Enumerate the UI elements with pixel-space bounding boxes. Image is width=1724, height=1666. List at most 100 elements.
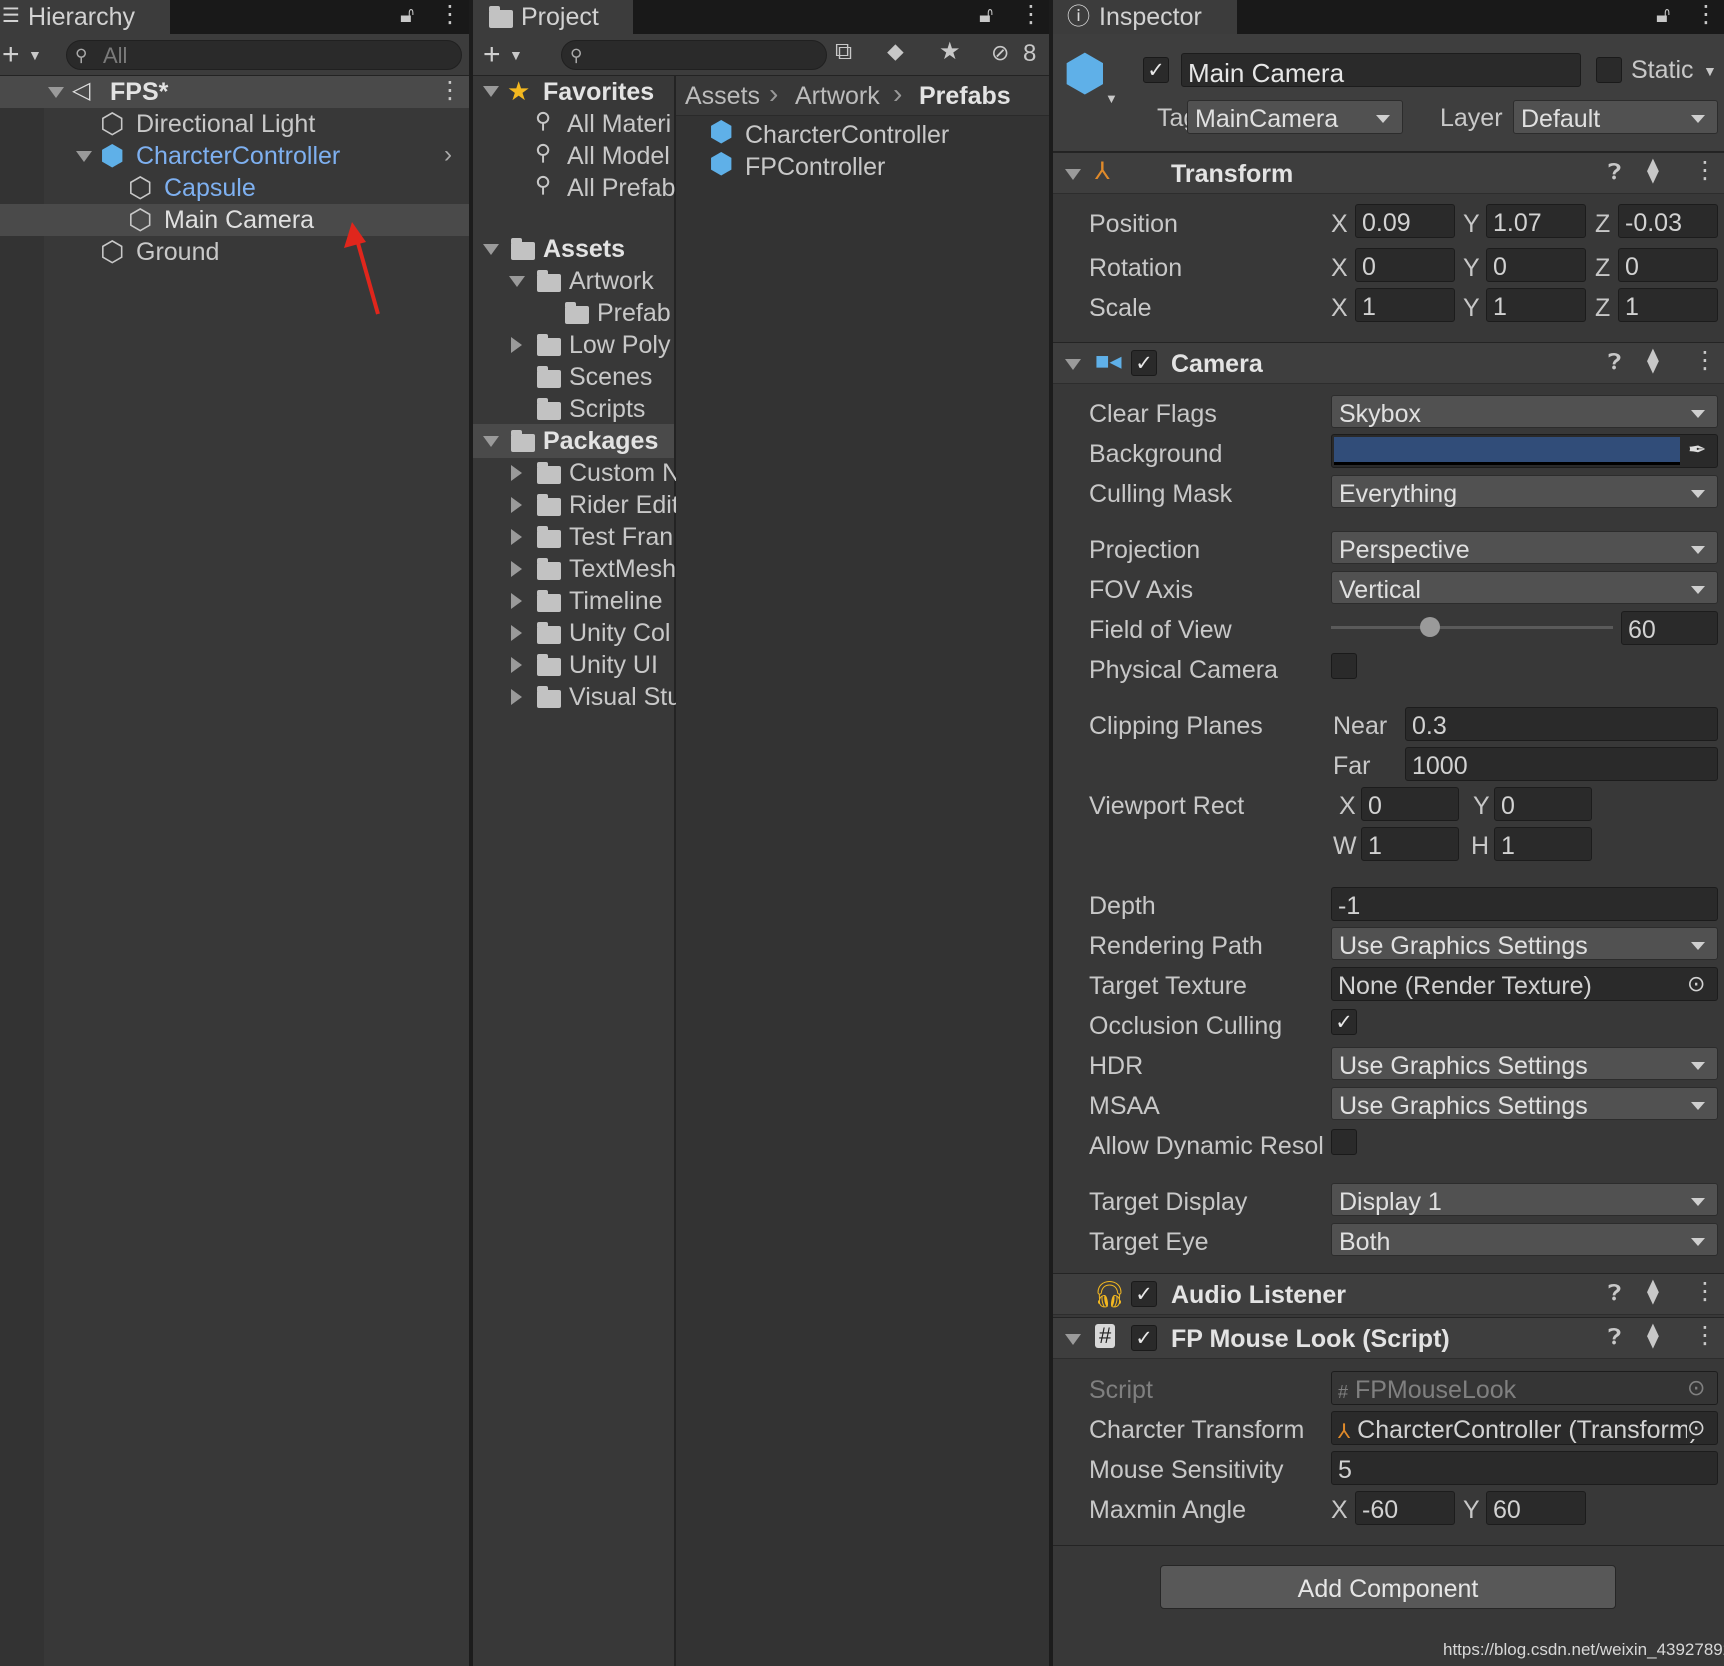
scene-row[interactable]: ◁ FPS* ⋮	[0, 76, 469, 108]
static-label[interactable]: Static	[1631, 58, 1694, 83]
collapsed-arrow-icon[interactable]	[511, 465, 522, 481]
rotation-x-field[interactable]: 0	[1355, 248, 1455, 282]
asset-file[interactable]: CharcterController	[745, 123, 949, 148]
clear-flags-dropdown[interactable]: Skybox	[1331, 395, 1718, 428]
collapsed-arrow-icon[interactable]	[511, 497, 522, 513]
hierarchy-item[interactable]: ⬡ Directional Light	[0, 108, 469, 140]
presets-icon[interactable]: ⧫	[1647, 349, 1659, 373]
expand-arrow-icon[interactable]	[483, 86, 499, 97]
help-icon[interactable]: ❓︎	[1608, 161, 1621, 183]
expand-arrow-icon[interactable]	[1065, 169, 1081, 180]
favorites-label[interactable]: Favorites	[543, 80, 654, 105]
collapsed-arrow-icon[interactable]	[511, 529, 522, 545]
fov-slider-track[interactable]	[1331, 617, 1613, 637]
collapsed-arrow-icon[interactable]	[511, 337, 522, 353]
expand-arrow-icon[interactable]	[509, 276, 525, 287]
far-field[interactable]: 1000	[1405, 747, 1718, 781]
fov-field[interactable]: 60	[1621, 611, 1718, 645]
add-component-button[interactable]: Add Component	[1160, 1565, 1616, 1609]
active-checkbox[interactable]: ✓	[1143, 57, 1169, 83]
favorite-item[interactable]: All Materi	[567, 112, 671, 137]
asset-file[interactable]: FPController	[745, 155, 885, 180]
kebab-menu-icon[interactable]: ⋮	[1694, 3, 1718, 27]
audio-listener-checkbox[interactable]: ✓	[1131, 1281, 1157, 1307]
depth-field[interactable]: -1	[1331, 887, 1718, 921]
expand-arrow-icon[interactable]	[483, 244, 499, 255]
favorite-item[interactable]: All Model	[567, 144, 670, 169]
expand-arrow-icon[interactable]	[1065, 1334, 1081, 1345]
add-dropdown-button[interactable]: +	[2, 40, 20, 70]
hierarchy-search-input[interactable]: ⚲ All	[66, 40, 462, 70]
breadcrumb-item[interactable]: Artwork	[795, 84, 880, 109]
mouse-look-header[interactable]: # ✓ FP Mouse Look (Script) ❓︎ ⧫ ⋮	[1053, 1317, 1724, 1359]
collapsed-arrow-icon[interactable]	[511, 561, 522, 577]
culling-mask-dropdown[interactable]: Everything	[1331, 475, 1718, 508]
maxmin-y-field[interactable]: 60	[1486, 1491, 1586, 1525]
component-menu-icon[interactable]: ⋮	[1693, 159, 1717, 183]
inspector-tab[interactable]: ⓘ Inspector	[1053, 0, 1237, 34]
kebab-menu-icon[interactable]: ⋮	[1019, 3, 1043, 27]
help-icon[interactable]: ❓︎	[1608, 1282, 1621, 1304]
static-checkbox[interactable]	[1596, 57, 1622, 83]
help-icon[interactable]: ❓︎	[1608, 351, 1621, 373]
target-texture-field[interactable]: None (Render Texture) ⊙	[1331, 967, 1718, 1001]
package-item[interactable]: Timeline	[569, 589, 663, 614]
create-dropdown-button[interactable]: +	[483, 40, 501, 70]
package-item[interactable]: Visual Stu	[569, 685, 681, 710]
project-tab[interactable]: Project	[473, 0, 633, 34]
package-item[interactable]: TextMesh	[569, 557, 676, 582]
object-picker-icon[interactable]: ⊙	[1687, 973, 1705, 995]
rotation-y-field[interactable]: 0	[1486, 248, 1586, 282]
mouse-sensitivity-field[interactable]: 5	[1331, 1451, 1718, 1485]
hdr-dropdown[interactable]: Use Graphics Settings	[1331, 1047, 1718, 1080]
package-item[interactable]: Rider Edit	[569, 493, 679, 518]
rendering-path-dropdown[interactable]: Use Graphics Settings	[1331, 927, 1718, 960]
project-search-input[interactable]: ⚲	[561, 40, 827, 70]
favorite-star-icon[interactable]: ★	[939, 40, 961, 64]
expand-arrow-icon[interactable]	[76, 151, 92, 162]
chevron-down-icon[interactable]: ▼	[1703, 64, 1717, 78]
occlusion-culling-checkbox[interactable]: ✓	[1331, 1009, 1357, 1035]
background-color-field[interactable]: ✒	[1331, 434, 1718, 468]
viewport-x-field[interactable]: 0	[1361, 787, 1459, 821]
expand-arrow-icon[interactable]	[483, 436, 499, 447]
package-item[interactable]: Test Fran	[569, 525, 673, 550]
expand-arrow-icon[interactable]	[48, 87, 64, 98]
transform-header[interactable]: ⅄ Transform ❓︎ ⧫ ⋮	[1053, 152, 1724, 194]
object-picker-icon[interactable]: ⊙	[1687, 1417, 1706, 1439]
expand-arrow-icon[interactable]	[1065, 359, 1081, 370]
lock-icon[interactable]: 🔓︎	[979, 4, 993, 26]
component-menu-icon[interactable]: ⋮	[1693, 1280, 1717, 1304]
hierarchy-item[interactable]: ⬡ Capsule	[0, 172, 469, 204]
scale-z-field[interactable]: 1	[1618, 288, 1718, 322]
position-y-field[interactable]: 1.07	[1486, 204, 1586, 238]
object-name-field[interactable]: Main Camera	[1181, 53, 1581, 87]
viewport-w-field[interactable]: 1	[1361, 827, 1459, 861]
hierarchy-item[interactable]: ⬢ CharcterController ›	[0, 140, 469, 172]
camera-header[interactable]: ■◂ ✓ Camera ❓︎ ⧫ ⋮	[1053, 342, 1724, 384]
fov-slider-thumb[interactable]	[1420, 617, 1440, 637]
folder-item[interactable]: Low Poly	[569, 333, 670, 358]
projection-dropdown[interactable]: Perspective	[1331, 531, 1718, 564]
component-menu-icon[interactable]: ⋮	[1693, 1324, 1717, 1348]
folder-item[interactable]: Scenes	[569, 365, 652, 390]
tag-dropdown[interactable]: MainCamera	[1187, 100, 1403, 134]
collapsed-arrow-icon[interactable]	[511, 657, 522, 673]
hidden-packages-icon[interactable]: ⊘	[991, 42, 1009, 64]
package-item[interactable]: Unity UI	[569, 653, 658, 678]
dynamic-resolution-checkbox[interactable]	[1331, 1129, 1357, 1155]
maxmin-x-field[interactable]: -60	[1355, 1491, 1455, 1525]
folder-item[interactable]: Scripts	[569, 397, 645, 422]
hierarchy-item[interactable]: ⬡ Ground	[0, 236, 469, 268]
physical-camera-checkbox[interactable]	[1331, 653, 1357, 679]
favorite-item[interactable]: All Prefab	[567, 176, 675, 201]
presets-icon[interactable]: ⧫	[1647, 1280, 1659, 1304]
chevron-right-icon[interactable]: ›	[444, 143, 452, 167]
viewport-h-field[interactable]: 1	[1494, 827, 1592, 861]
presets-icon[interactable]: ⧫	[1647, 1324, 1659, 1348]
target-eye-dropdown[interactable]: Both	[1331, 1223, 1718, 1256]
presets-icon[interactable]: ⧫	[1647, 159, 1659, 183]
hierarchy-item-selected[interactable]: ⬡ Main Camera	[0, 204, 469, 236]
layer-dropdown[interactable]: Default	[1513, 100, 1718, 134]
scale-x-field[interactable]: 1	[1355, 288, 1455, 322]
